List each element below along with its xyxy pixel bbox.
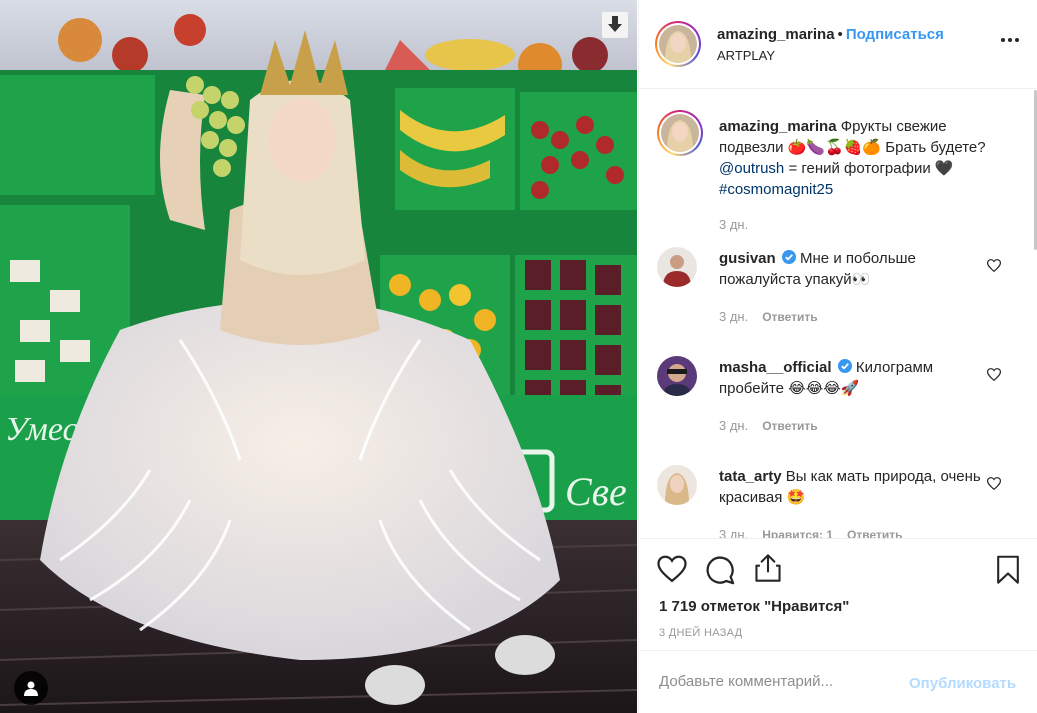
comment-avatar[interactable]: [657, 465, 697, 505]
download-icon: [608, 16, 622, 32]
header-line: amazing_marina • Подписаться: [717, 26, 944, 43]
post-header: amazing_marina • Подписаться ARTPLAY: [639, 0, 1037, 89]
comment-time[interactable]: 3 дн.: [719, 309, 748, 324]
caption-username[interactable]: amazing_marina: [719, 118, 837, 135]
comment-like-heart-icon[interactable]: [987, 477, 1001, 490]
caption: amazing_marina Фрукты свежие подвезли 🍅🍆…: [657, 110, 1022, 250]
commenter-avatar-image: [657, 356, 697, 396]
caption-avatar-image: [661, 114, 699, 152]
post-photo[interactable]: Умест М Све: [0, 0, 637, 713]
comment-meta: 3 дн. Нравится: 1 Ответить: [719, 527, 903, 538]
caption-emojis: 🍅🍆🍒🍓🍊: [787, 139, 882, 156]
comment-like-heart-icon[interactable]: [987, 368, 1001, 381]
comment-username[interactable]: gusivan: [719, 250, 776, 267]
author-avatar[interactable]: [655, 21, 701, 67]
caption-time[interactable]: 3 дн.: [719, 217, 748, 232]
commenter-avatar-image: [657, 465, 697, 505]
verified-icon: [837, 359, 852, 373]
comment-text: masha__official Килограмм пробейте 😂😂😂🚀: [719, 357, 999, 399]
comment-input[interactable]: [659, 673, 889, 690]
share-icon[interactable]: [754, 553, 782, 583]
download-button[interactable]: [602, 12, 628, 38]
comment-item: gusivan Мне и побольше пожалуйста упакуй…: [657, 247, 1022, 347]
add-comment-form: Опубликовать: [639, 650, 1037, 713]
comment-username[interactable]: masha__official: [719, 359, 832, 376]
separator-dot: •: [837, 26, 843, 43]
post-time[interactable]: 3 ДНЕЙ НАЗАД: [659, 627, 742, 639]
comment-meta: 3 дн. Ответить: [719, 418, 818, 433]
author-username[interactable]: amazing_marina: [717, 26, 835, 43]
user-tag-icon: [24, 681, 38, 696]
photo-scene: Умест М Све: [0, 0, 637, 713]
caption-hashtag-link[interactable]: #cosmomagnit25: [719, 181, 833, 198]
post-location[interactable]: ARTPLAY: [717, 48, 775, 63]
verified-icon: [781, 250, 796, 264]
comment-time[interactable]: 3 дн.: [719, 527, 748, 538]
caption-heart-emoji: 🖤: [934, 160, 954, 177]
caption-text: amazing_marina Фрукты свежие подвезли 🍅🍆…: [719, 116, 999, 200]
author-avatar-image: [659, 25, 697, 63]
comment-item: tata_arty Вы как мать природа, очень кра…: [657, 465, 1022, 538]
caption-mention-link[interactable]: @outrush: [719, 160, 784, 177]
comment-avatar[interactable]: [657, 356, 697, 396]
reply-button[interactable]: Ответить: [762, 310, 817, 324]
heart-icon[interactable]: [657, 555, 687, 583]
reply-button[interactable]: Ответить: [762, 419, 817, 433]
follow-button[interactable]: Подписаться: [846, 26, 944, 43]
comment-icon[interactable]: [705, 555, 735, 585]
comments-list: amazing_marina Фрукты свежие подвезли 🍅🍆…: [639, 90, 1037, 538]
comment-meta: 3 дн. Ответить: [719, 309, 818, 324]
bookmark-icon[interactable]: [996, 555, 1020, 585]
likes-count[interactable]: 1 719 отметок "Нравится": [659, 598, 849, 615]
commenter-avatar-image: [657, 247, 697, 287]
comment-avatar[interactable]: [657, 247, 697, 287]
post-actions: 1 719 отметок "Нравится" 3 ДНЕЙ НАЗАД: [639, 538, 1037, 650]
reply-button[interactable]: Ответить: [847, 528, 902, 538]
post-panel: amazing_marina • Подписаться ARTPLAY ama…: [638, 0, 1037, 713]
more-options-icon[interactable]: [1001, 38, 1019, 42]
user-tags-button[interactable]: [14, 671, 48, 705]
comment-time[interactable]: 3 дн.: [719, 418, 748, 433]
comment-likes-count[interactable]: Нравится: 1: [762, 528, 833, 538]
comment-text: tata_arty Вы как мать природа, очень кра…: [719, 466, 999, 508]
comment-username[interactable]: tata_arty: [719, 468, 782, 485]
caption-text-part2: Брать будете?: [885, 139, 986, 156]
caption-avatar[interactable]: [657, 110, 703, 156]
svg-text:Све: Све: [565, 469, 627, 514]
comment-text: gusivan Мне и побольше пожалуйста упакуй…: [719, 248, 999, 290]
comment-like-heart-icon[interactable]: [987, 259, 1001, 272]
comment-item: masha__official Килограмм пробейте 😂😂😂🚀 …: [657, 356, 1022, 456]
publish-button[interactable]: Опубликовать: [909, 675, 1016, 692]
caption-text-part3: = гений фотографии: [788, 160, 931, 177]
